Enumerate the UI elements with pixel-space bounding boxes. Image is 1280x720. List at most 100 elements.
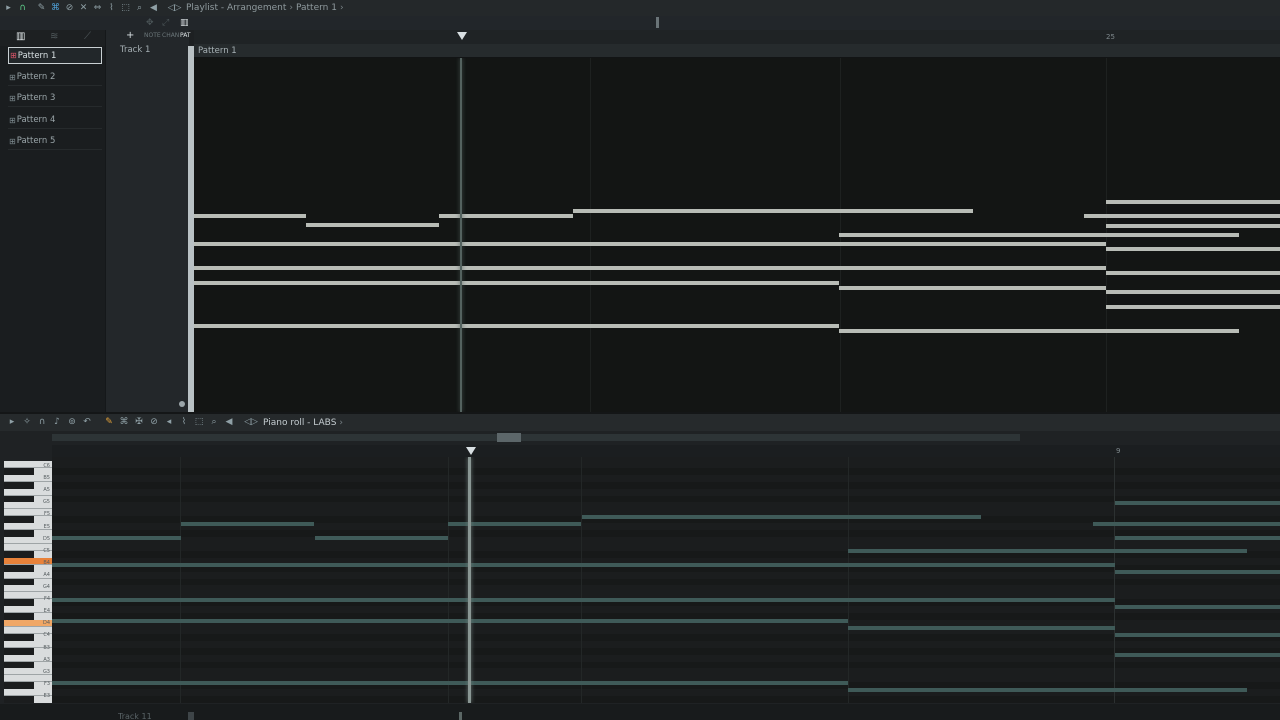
mute-icon[interactable]: ◂ — [163, 417, 175, 428]
mute-icon[interactable]: ✕ — [78, 3, 89, 14]
delete-icon[interactable]: ⊘ — [148, 417, 160, 428]
playhead-marker[interactable] — [457, 32, 467, 40]
key-label: C5 — [43, 547, 50, 554]
piano-roll-note-grid[interactable] — [52, 457, 1280, 703]
piano-black-key[interactable] — [4, 661, 34, 669]
piano-black-key[interactable] — [4, 633, 34, 641]
midi-note[interactable] — [1115, 605, 1280, 609]
horizontal-scroll-thumb[interactable] — [656, 17, 659, 28]
magnet-icon[interactable]: ∩ — [36, 417, 48, 428]
piano-black-key[interactable] — [4, 599, 34, 607]
playhead-marker[interactable] — [466, 447, 476, 455]
view-pat-button[interactable]: PAT — [180, 32, 191, 39]
brush-icon[interactable]: ⌘ — [50, 3, 61, 14]
track-mute-led[interactable] — [179, 401, 185, 407]
undo-icon[interactable]: ↶ — [81, 417, 93, 428]
midi-note[interactable] — [52, 619, 848, 623]
automation-icon[interactable]: ⟋ — [84, 31, 91, 42]
speaker-icon[interactable]: ◀ — [148, 3, 159, 14]
wrench-icon[interactable]: ✧ — [21, 417, 33, 428]
view-note-button[interactable]: NOTE — [144, 32, 161, 39]
breadcrumb-pattern[interactable]: Pattern 1 — [296, 3, 337, 13]
piano-roll-icon[interactable]: ▥ — [16, 31, 25, 42]
pattern-item[interactable]: ⊞ Pattern 1 — [8, 47, 102, 64]
midi-note[interactable] — [848, 549, 1247, 553]
piano-black-key[interactable] — [4, 467, 34, 475]
clip-note — [1106, 305, 1280, 309]
pencil-icon[interactable]: ✎ — [36, 3, 47, 14]
playlist-timeline[interactable]: 25 — [194, 30, 1280, 44]
piano-black-key[interactable] — [4, 682, 34, 690]
title-next-icon[interactable]: › — [339, 418, 343, 428]
note-lane — [52, 661, 1280, 669]
midi-note[interactable] — [848, 688, 1247, 692]
midi-note[interactable] — [315, 536, 448, 540]
midi-note[interactable] — [52, 563, 1115, 567]
midi-note[interactable] — [52, 681, 848, 685]
speaker-icon[interactable]: ◀ — [223, 417, 235, 428]
track-11-label[interactable]: Track 11 — [118, 712, 152, 720]
menu-arrow-icon[interactable]: ▸ — [6, 417, 18, 428]
piano-roll-scroll-handle[interactable] — [497, 433, 521, 442]
piano-roll-scrollbar[interactable] — [52, 434, 1020, 441]
midi-note[interactable] — [52, 536, 181, 540]
piano-black-key[interactable] — [4, 516, 34, 524]
select-icon[interactable]: ⬚ — [193, 417, 205, 428]
clip-note — [573, 209, 973, 213]
stamp-icon[interactable]: ✠ — [133, 417, 145, 428]
piano-black-key[interactable] — [4, 481, 34, 489]
breadcrumb-next-icon[interactable]: › — [340, 3, 344, 13]
midi-note[interactable] — [582, 515, 981, 519]
piano-black-key[interactable] — [4, 578, 34, 586]
piano-black-key[interactable] — [4, 495, 34, 503]
magnet-icon[interactable]: ∩ — [17, 3, 28, 14]
pattern-clip[interactable] — [194, 58, 1280, 412]
track-1-label[interactable]: Track 1 — [120, 45, 150, 55]
menu-arrow-icon[interactable]: ▸ — [3, 3, 14, 14]
midi-note[interactable] — [1115, 653, 1280, 657]
piano-roll-arrows-icon[interactable]: ◁▷ — [244, 417, 258, 428]
pattern-icon: ⊞ — [9, 72, 16, 82]
slice-icon[interactable]: ⌇ — [178, 417, 190, 428]
midi-note[interactable] — [52, 598, 1115, 602]
piano-black-key[interactable] — [4, 613, 34, 621]
piano-black-key[interactable] — [4, 564, 34, 572]
piano-black-key[interactable] — [4, 530, 34, 538]
midi-note[interactable] — [181, 522, 314, 526]
piano-black-key[interactable] — [4, 647, 34, 655]
delete-icon[interactable]: ⊘ — [64, 3, 75, 14]
add-track-icon[interactable]: + — [126, 30, 134, 41]
pattern-item[interactable]: ⊞ Pattern 2 — [8, 69, 102, 86]
playlist-arrows-icon[interactable]: ◁▷ — [168, 3, 182, 14]
pencil-icon[interactable]: ✎ — [103, 417, 115, 428]
playlist-playhead[interactable] — [460, 58, 462, 412]
piano-black-key[interactable] — [4, 696, 34, 703]
slice-icon[interactable]: ⌇ — [106, 3, 117, 14]
view-chan-button[interactable]: CHAN — [162, 32, 179, 39]
piano-roll-ruler[interactable]: 9 — [52, 445, 1280, 457]
zoom-icon[interactable]: ⌕ — [134, 3, 145, 14]
midi-note[interactable] — [1093, 522, 1280, 526]
piano-icon[interactable]: ▥ — [180, 18, 190, 28]
link-icon[interactable]: ⤢ — [162, 18, 172, 28]
midi-note[interactable] — [1115, 536, 1280, 540]
note-icon[interactable]: ♪ — [51, 417, 63, 428]
piano-roll-playhead[interactable] — [468, 457, 471, 703]
audio-icon[interactable]: ≋ — [50, 31, 58, 42]
midi-note[interactable] — [1115, 633, 1280, 637]
piano-keyboard[interactable]: C6 B5 A5 G5 F5 E5 D5 C5 B4 A4 G4 F4 E4 D4 C4 B3 A3 G3 F3 E3 — [4, 461, 52, 703]
select-icon[interactable]: ⬚ — [120, 3, 131, 14]
clip-header[interactable]: Pattern 1 — [194, 44, 1280, 58]
midi-note[interactable] — [1115, 570, 1280, 574]
pattern-item[interactable]: ⊞ Pattern 3 — [8, 90, 102, 107]
snap-icon[interactable]: ⊚ — [66, 417, 78, 428]
move-icon[interactable]: ✥ — [146, 18, 156, 28]
midi-note[interactable] — [848, 626, 1115, 630]
pattern-item[interactable]: ⊞ Pattern 4 — [8, 112, 102, 129]
midi-note[interactable] — [1115, 501, 1280, 505]
slip-icon[interactable]: ⇔ — [92, 3, 103, 14]
brush-icon[interactable]: ⌘ — [118, 417, 130, 428]
pattern-item[interactable]: ⊞ Pattern 5 — [8, 133, 102, 150]
piano-black-key[interactable] — [4, 550, 34, 558]
zoom-icon[interactable]: ⌕ — [208, 417, 220, 428]
